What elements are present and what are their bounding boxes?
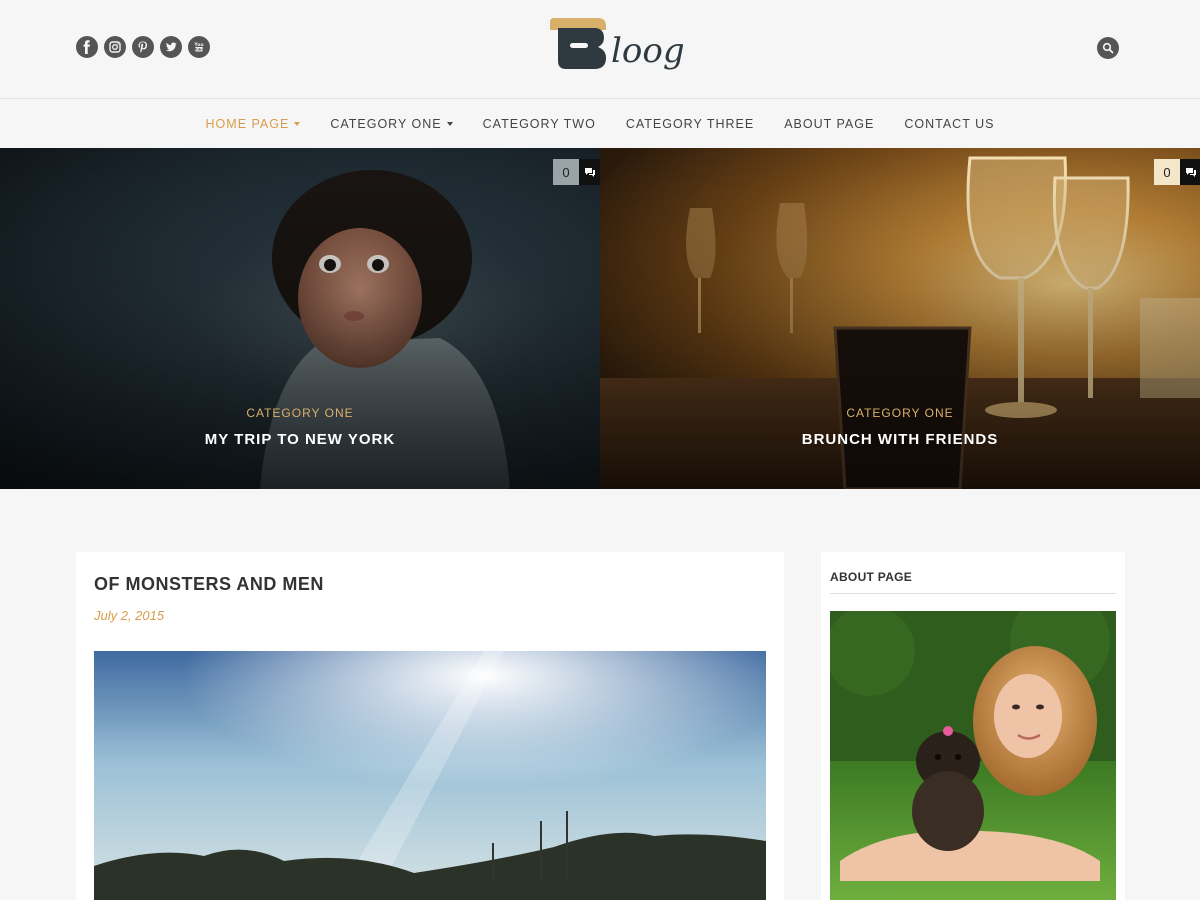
nav-item-home-page[interactable]: HOME PAGE (191, 117, 316, 131)
about-image[interactable] (830, 611, 1116, 900)
slide-category[interactable]: CATEGORY ONE (600, 406, 1200, 420)
featured-slide[interactable]: 0 CATEGORY ONE MY TRIP TO NEW YORK (0, 148, 600, 489)
site-logo[interactable]: loog (548, 16, 688, 74)
pinterest-icon[interactable] (132, 36, 154, 58)
instagram-icon[interactable] (104, 36, 126, 58)
nav-item-label: HOME PAGE (205, 116, 290, 131)
post-card: OF MONSTERS AND MEN July 2, 2015 (76, 552, 784, 900)
nav-item-category-two[interactable]: CATEGORY TWO (468, 117, 611, 131)
comment-count[interactable]: 0 (1154, 159, 1200, 185)
comment-count-number: 0 (553, 159, 579, 185)
featured-slider: 0 CATEGORY ONE MY TRIP TO NEW YORK 0 CAT… (0, 148, 1200, 489)
nav-list: HOME PAGE CATEGORY ONE CATEGORY TWO CATE… (0, 99, 1200, 148)
slide-title[interactable]: MY TRIP TO NEW YORK (0, 431, 600, 448)
comment-icon (1180, 159, 1200, 185)
main-nav: HOME PAGE CATEGORY ONE CATEGORY TWO CATE… (0, 98, 1200, 148)
logo-text: loog (611, 31, 685, 71)
post-title[interactable]: OF MONSTERS AND MEN (94, 574, 324, 595)
widget-title: ABOUT PAGE (830, 570, 913, 584)
nav-item-category-three[interactable]: CATEGORY THREE (611, 117, 769, 131)
nav-item-label: CONTACT US (904, 116, 995, 131)
comment-count[interactable]: 0 (553, 159, 600, 185)
site-header: You Tube loog (0, 0, 1200, 98)
slide-title[interactable]: BRUNCH WITH FRIENDS (600, 431, 1200, 448)
post-date[interactable]: July 2, 2015 (94, 608, 164, 623)
caret-down-icon (294, 121, 301, 126)
nav-item-contact-us[interactable]: CONTACT US (889, 117, 1009, 131)
facebook-icon[interactable] (76, 36, 98, 58)
slide-category[interactable]: CATEGORY ONE (0, 406, 600, 420)
widget-divider (830, 593, 1116, 594)
search-icon[interactable] (1097, 37, 1119, 59)
nav-item-label: CATEGORY THREE (625, 116, 755, 131)
nav-item-category-one[interactable]: CATEGORY ONE (315, 117, 467, 131)
comment-count-number: 0 (1154, 159, 1180, 185)
social-links: You Tube (76, 36, 210, 58)
caret-down-icon (446, 121, 453, 126)
twitter-icon[interactable] (160, 36, 182, 58)
nav-item-label: ABOUT PAGE (784, 116, 875, 131)
comment-icon (579, 159, 600, 185)
youtube-icon[interactable]: You Tube (188, 36, 210, 58)
nav-item-about-page[interactable]: ABOUT PAGE (769, 117, 889, 131)
nav-item-label: CATEGORY TWO (482, 116, 596, 131)
featured-slide[interactable]: 0 CATEGORY ONE BRUNCH WITH FRIENDS (600, 148, 1200, 489)
post-featured-image[interactable] (94, 651, 766, 900)
nav-item-label: CATEGORY ONE (330, 116, 442, 131)
svg-text:Tube: Tube (194, 48, 204, 52)
about-widget: ABOUT PAGE (821, 552, 1125, 900)
